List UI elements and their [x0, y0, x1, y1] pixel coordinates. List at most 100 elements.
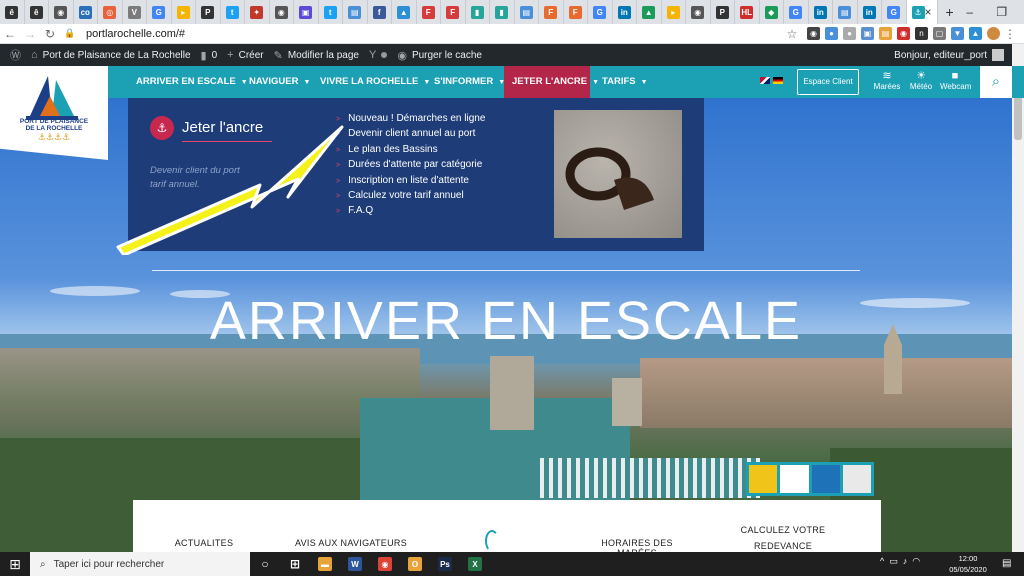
browser-tab[interactable]: F — [441, 0, 466, 24]
english-flag-icon[interactable] — [760, 77, 770, 84]
browser-tab[interactable]: ▸ — [172, 0, 196, 24]
more-menu-icon[interactable]: ⋮ — [1000, 27, 1020, 41]
browser-tab[interactable]: P — [711, 0, 735, 24]
taskbar-app-icon[interactable]: O — [400, 552, 430, 576]
wordpress-logo-icon[interactable]: Ⓦ — [10, 47, 21, 63]
dropdown-link-devenir-client[interactable]: >Devenir client annuel au port — [336, 128, 475, 139]
notifications-icon[interactable]: ▤ — [1002, 558, 1011, 569]
dropdown-link-inscription[interactable]: > Inscription en liste d'attente — [336, 175, 469, 186]
browser-tab[interactable]: G — [882, 0, 907, 24]
dropdown-link-tarif-annuel[interactable]: > Calculez votre tarif annuel — [336, 190, 464, 201]
extension-icon[interactable]: ◉ — [897, 27, 910, 40]
browser-tab[interactable]: ▤ — [343, 0, 368, 24]
reload-icon[interactable]: ↻ — [40, 27, 60, 41]
marees-link[interactable]: ≋ Marées — [872, 70, 902, 91]
lock-icon[interactable]: 🔒 — [60, 28, 80, 39]
german-flag-icon[interactable] — [773, 77, 783, 84]
browser-tab[interactable]: ▲ — [637, 0, 662, 24]
browser-tab[interactable]: ▲ — [392, 0, 417, 24]
volume-icon[interactable]: ♪ — [903, 556, 908, 567]
extension-icon[interactable]: n — [915, 27, 928, 40]
partner-logos[interactable] — [746, 462, 874, 496]
wifi-icon[interactable]: ◠ — [912, 556, 920, 567]
browser-tab[interactable]: in — [858, 0, 882, 24]
menu-jeter-l-ancre[interactable]: JETER L'ANCRE ▼ — [504, 66, 599, 98]
windows-start-icon[interactable]: ⊞ — [0, 556, 30, 573]
webcam-link[interactable]: ■ Webcam — [940, 70, 971, 91]
browser-tab[interactable]: G — [147, 0, 172, 24]
url-field[interactable]: portlarochelle.com/# — [86, 28, 185, 40]
meteo-link[interactable]: ☀ Météo — [906, 70, 936, 91]
actualites-link[interactable]: ACTUALITES — [173, 538, 235, 548]
dropdown-link-durees-attente[interactable]: > Durées d'attente par catégorie — [336, 159, 482, 170]
star-icon[interactable]: ☆ — [782, 27, 802, 41]
taskbar-app-icon[interactable]: ⊞ — [280, 552, 310, 576]
browser-tab[interactable]: ◎ — [98, 0, 123, 24]
browser-tab[interactable]: ▣ — [294, 0, 319, 24]
browser-tab[interactable]: F — [564, 0, 588, 24]
browser-tab[interactable]: G — [784, 0, 809, 24]
back-arrow-icon[interactable]: ← — [0, 27, 20, 41]
browser-tab[interactable]: ◆ — [760, 0, 784, 24]
browser-tab[interactable]: F — [539, 0, 564, 24]
site-logo[interactable]: PORT DE PLAISANCE DE LA ROCHELLE ⚓⚓⚓⚓ — [0, 66, 108, 160]
browser-tab[interactable]: ◉ — [270, 0, 294, 24]
espace-client-button[interactable]: Espace Client — [797, 69, 859, 95]
menu-tarifs[interactable]: TARIFS ▼ — [594, 66, 656, 98]
extension-icon[interactable]: ▲ — [969, 27, 982, 40]
chevron-up-icon[interactable]: ^ — [880, 556, 884, 567]
menu-naviguer[interactable]: NAVIGUER ▼ — [241, 66, 318, 98]
avis-navigateurs-link[interactable]: AVIS AUX NAVIGATEURS — [291, 538, 411, 548]
taskbar-app-icon[interactable]: ○ — [250, 552, 280, 576]
close-tab-icon[interactable]: × — [925, 5, 932, 19]
extension-icon[interactable]: ▤ — [879, 27, 892, 40]
dropdown-link-demarches[interactable]: > Nouveau ! Démarches en ligne — [336, 113, 485, 124]
browser-tab[interactable]: ▮ — [490, 0, 515, 24]
browser-tab[interactable]: V — [123, 0, 147, 24]
browser-tab[interactable]: ◉ — [49, 0, 74, 24]
browser-tab[interactable]: G — [588, 0, 613, 24]
browser-tab[interactable]: t — [221, 0, 245, 24]
browser-tab[interactable]: ▮ — [466, 0, 490, 24]
extension-icon[interactable]: ● — [825, 27, 838, 40]
menu-s-informer[interactable]: S'INFORMER ▼ — [426, 66, 513, 98]
wp-account[interactable]: Bonjour, editeur_port — [894, 49, 1004, 61]
menu-vivre-la-rochelle[interactable]: VIVRE LA ROCHELLE ▼ — [312, 66, 438, 98]
extension-icon[interactable]: ◉ — [807, 27, 820, 40]
browser-tab[interactable]: f — [368, 0, 392, 24]
browser-tab[interactable]: ▤ — [515, 0, 539, 24]
taskbar-app-icon[interactable]: ◉ — [370, 552, 400, 576]
forward-arrow-icon[interactable]: → — [20, 27, 40, 41]
browser-tab[interactable]: HL — [735, 0, 760, 24]
active-tab[interactable]: ⚓ × — [906, 0, 938, 24]
yoast-icon[interactable]: Y — [369, 49, 388, 61]
browser-tab[interactable]: ▸ — [662, 0, 686, 24]
new-tab-button[interactable]: + — [946, 4, 954, 20]
taskbar-app-icon[interactable]: Ps — [430, 552, 460, 576]
browser-tab[interactable]: in — [613, 0, 637, 24]
wp-new[interactable]: + Créer — [227, 49, 263, 61]
network-icon[interactable]: ▭ — [889, 556, 898, 567]
clock[interactable]: 12:00 05/05/2020 — [940, 553, 996, 575]
wp-comments[interactable]: ▮ 0 — [201, 49, 218, 62]
extension-icon[interactable]: ▼ — [951, 27, 964, 40]
wp-purge-cache[interactable]: ◉ Purger le cache — [397, 49, 482, 62]
minimize-button[interactable]: – — [954, 5, 986, 19]
browser-tab[interactable]: F — [417, 0, 441, 24]
wp-site-name[interactable]: ⌂ Port de Plaisance de La Rochelle — [31, 49, 191, 61]
browser-tab[interactable]: t — [319, 0, 343, 24]
calculez-redevance-link[interactable]: CALCULEZ VOTRE REDEVANCE — [733, 522, 833, 554]
maximize-button[interactable]: ❐ — [986, 5, 1018, 19]
wp-edit-page[interactable]: ✎ Modifier la page — [274, 49, 359, 62]
taskbar-search[interactable]: ⌕ Taper ici pour rechercher — [30, 552, 250, 576]
menu-arriver-en-escale[interactable]: ARRIVER EN ESCALE ▼ — [128, 66, 256, 98]
browser-tab[interactable]: P — [196, 0, 221, 24]
close-window-button[interactable]: ✕ — [1018, 5, 1024, 19]
extension-icon[interactable]: ● — [843, 27, 856, 40]
taskbar-app-icon[interactable]: X — [460, 552, 490, 576]
taskbar-app-icon[interactable]: W — [340, 552, 370, 576]
browser-tab[interactable]: ê — [0, 0, 25, 24]
browser-tab[interactable]: co — [74, 0, 98, 24]
extension-icon[interactable]: ▣ — [861, 27, 874, 40]
browser-tab[interactable]: ê — [25, 0, 49, 24]
